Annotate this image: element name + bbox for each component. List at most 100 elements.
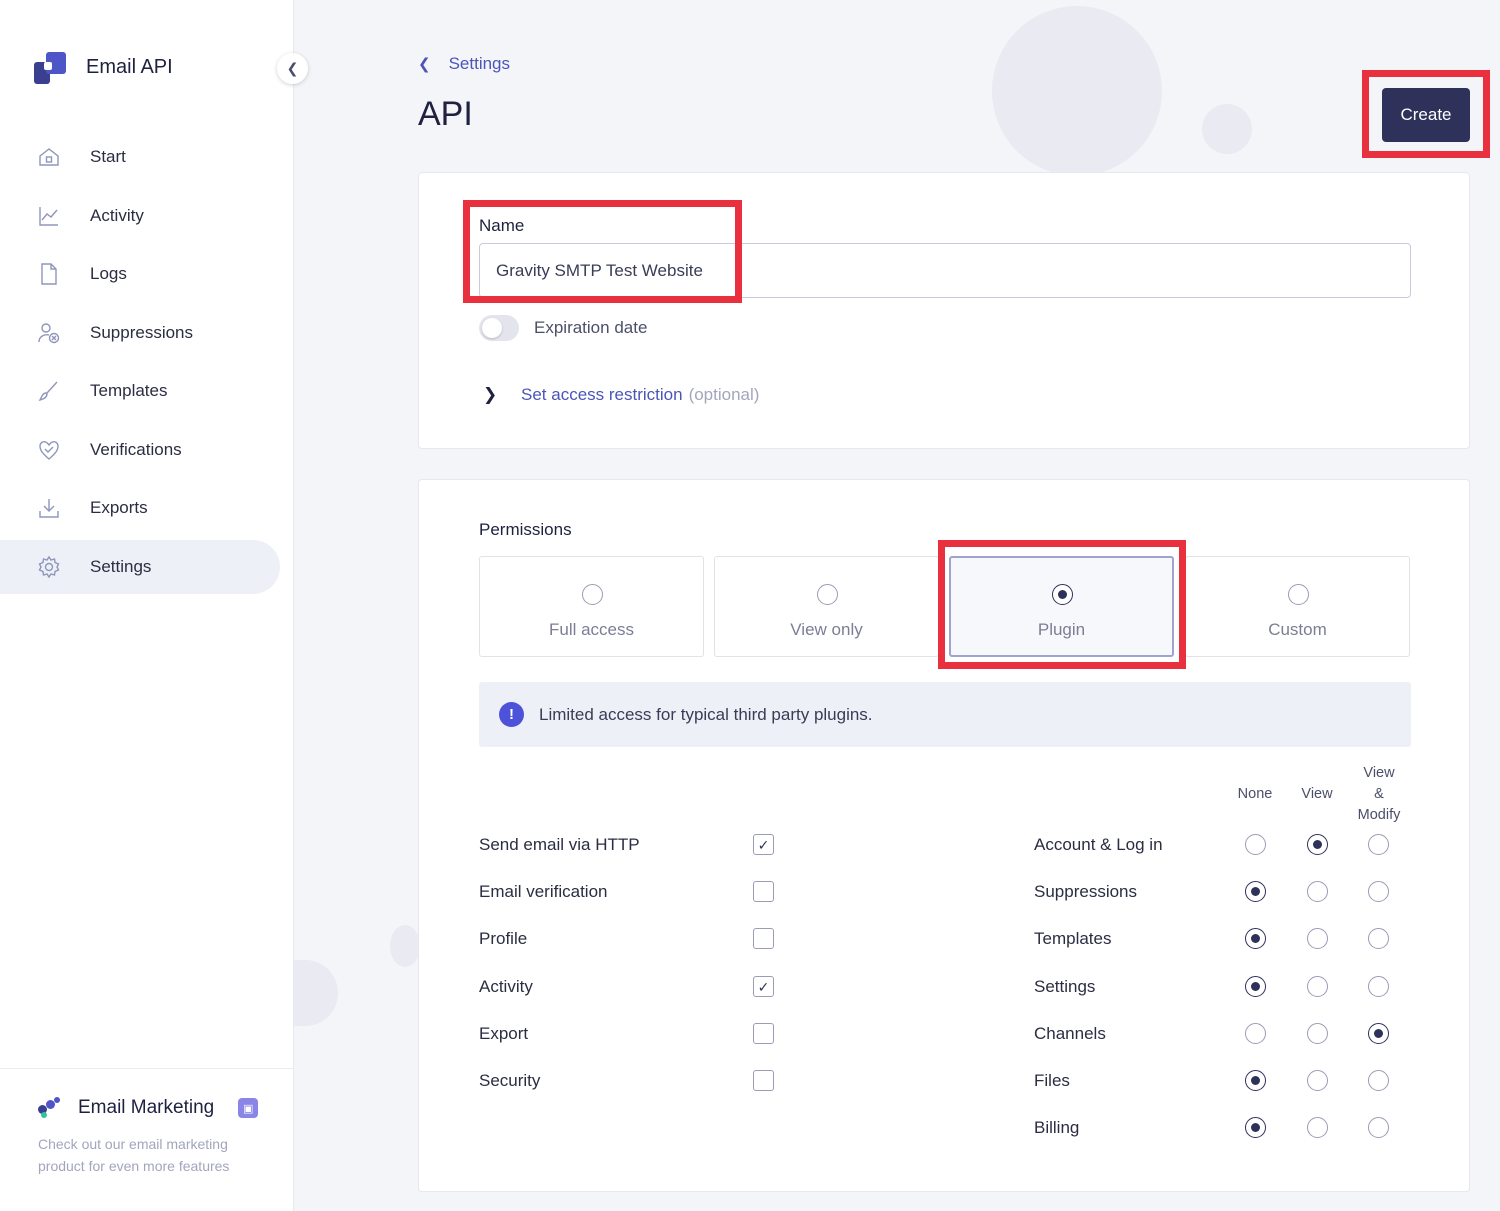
sidebar-item-label: Templates: [90, 381, 168, 400]
radio-button[interactable]: [1052, 584, 1073, 605]
permission-checkbox-export[interactable]: [753, 1023, 774, 1044]
name-input[interactable]: [479, 243, 1411, 298]
permission-info-box: ! Limited access for typical third party…: [479, 682, 1411, 747]
scoped-radio-none[interactable]: [1245, 881, 1266, 902]
brand[interactable]: Email API: [34, 50, 173, 84]
scoped-radio-modify[interactable]: [1368, 976, 1389, 997]
permission-checkbox-activity[interactable]: ✓: [753, 976, 774, 997]
scoped-radio-view[interactable]: [1307, 976, 1328, 997]
chart-icon: [36, 203, 62, 229]
scoped-radio-modify[interactable]: [1368, 1023, 1389, 1044]
scoped-radio-none[interactable]: [1245, 1023, 1266, 1044]
create-button[interactable]: Create: [1382, 88, 1470, 142]
column-header-view: View: [1301, 786, 1333, 802]
permissions-card: Permissions Full access View only Plugin…: [418, 479, 1470, 1192]
scoped-permission-label: Channels: [1034, 1024, 1106, 1043]
scoped-radio-view[interactable]: [1307, 834, 1328, 855]
sidebar-item-label: Exports: [90, 498, 148, 517]
radio-button[interactable]: [1288, 584, 1309, 605]
scoped-permission-label: Templates: [1034, 929, 1112, 948]
decor-circle: [390, 925, 420, 967]
decor-circle: [992, 6, 1162, 176]
promo-text: Check out our email marketing product fo…: [38, 1136, 230, 1174]
email-marketing-logo-icon: [38, 1097, 60, 1119]
scoped-radio-none[interactable]: [1245, 976, 1266, 997]
sidebar-item-label: Logs: [90, 264, 127, 283]
scoped-permission-label: Settings: [1034, 977, 1096, 996]
scoped-radio-view[interactable]: [1307, 881, 1328, 902]
page-title: API: [418, 95, 473, 133]
api-key-details-card: Name Expiration date ❯ Set access restri…: [418, 172, 1470, 449]
scoped-permission-label: Files: [1034, 1071, 1070, 1090]
decor-circle: [1202, 104, 1252, 154]
scoped-radio-none[interactable]: [1245, 928, 1266, 949]
file-icon: [36, 261, 62, 287]
sidebar-nav: Start Activity Logs Suppressions Templat…: [0, 130, 280, 598]
permission-checkbox-profile[interactable]: [753, 928, 774, 949]
column-header-none: None: [1237, 786, 1273, 802]
scoped-radio-view[interactable]: [1307, 1023, 1328, 1044]
email-marketing-promo[interactable]: Email Marketing ▣ Check out our email ma…: [0, 1068, 294, 1211]
access-restriction-expander[interactable]: ❯ Set access restriction (optional): [483, 385, 759, 405]
back-to-settings-link[interactable]: ❮ Settings: [418, 54, 510, 74]
gear-icon: [36, 554, 62, 580]
sidebar-item-label: Suppressions: [90, 322, 194, 342]
user-block-icon: [36, 320, 62, 346]
info-text: Limited access for typical third party p…: [539, 704, 873, 724]
sidebar-item-activity[interactable]: Activity: [0, 189, 280, 243]
permission-checkbox-security[interactable]: [753, 1070, 774, 1091]
scoped-permission-label: Billing: [1034, 1118, 1080, 1137]
scoped-radio-modify[interactable]: [1368, 834, 1389, 855]
expiration-date-label: Expiration date: [534, 318, 648, 337]
sidebar-item-suppressions[interactable]: Suppressions: [0, 306, 280, 360]
radio-button[interactable]: [582, 584, 603, 605]
permission-checkbox-send-email[interactable]: ✓: [753, 834, 774, 855]
decor-circle: [294, 960, 338, 1026]
access-restriction-link[interactable]: Set access restriction: [521, 385, 683, 405]
home-icon: [36, 144, 62, 170]
permission-label: Email verification: [479, 882, 608, 901]
scoped-radio-modify[interactable]: [1368, 1117, 1389, 1138]
permission-label: Send email via HTTP: [479, 835, 640, 854]
name-label: Name: [479, 216, 525, 235]
sidebar-item-verifications[interactable]: Verifications: [0, 423, 280, 477]
permission-label: Activity: [479, 977, 533, 996]
sidebar-item-settings[interactable]: Settings: [0, 539, 280, 594]
permission-option-label: Full access: [548, 620, 635, 639]
expiration-date-toggle[interactable]: [479, 315, 519, 341]
permission-option-label: View only: [790, 620, 863, 639]
sidebar-item-label: Start: [90, 147, 126, 166]
sidebar-item-start[interactable]: Start: [0, 130, 280, 184]
scoped-radio-modify[interactable]: [1368, 1070, 1389, 1091]
scoped-radio-modify[interactable]: [1368, 881, 1389, 902]
permission-option-full-access[interactable]: Full access: [479, 556, 704, 657]
scoped-permission-label: Suppressions: [1034, 882, 1138, 901]
permission-option-view-only[interactable]: View only: [714, 556, 939, 657]
sidebar-item-exports[interactable]: Exports: [0, 481, 280, 535]
optional-label: (optional): [688, 385, 760, 404]
scoped-radio-none[interactable]: [1245, 1070, 1266, 1091]
permission-option-plugin[interactable]: Plugin: [949, 556, 1174, 657]
scoped-radio-view[interactable]: [1307, 928, 1328, 949]
radio-button[interactable]: [817, 584, 838, 605]
scoped-radio-none[interactable]: [1245, 1117, 1266, 1138]
promo-title: Email Marketing: [78, 1097, 215, 1118]
brush-icon: [36, 378, 62, 404]
sidebar-item-templates[interactable]: Templates: [0, 364, 280, 418]
permission-label: Security: [479, 1071, 541, 1090]
download-icon: [36, 495, 62, 521]
scoped-radio-view[interactable]: [1307, 1117, 1328, 1138]
permission-label: Profile: [479, 929, 528, 948]
chevron-right-icon: ❯: [483, 385, 498, 404]
back-link-label: Settings: [448, 54, 511, 73]
collapse-sidebar-button[interactable]: ❮: [277, 53, 308, 84]
scoped-radio-view[interactable]: [1307, 1070, 1328, 1091]
scoped-radio-none[interactable]: [1245, 834, 1266, 855]
permission-label: Export: [479, 1024, 529, 1043]
sidebar-item-logs[interactable]: Logs: [0, 247, 280, 301]
permission-checkbox-email-verification[interactable]: [753, 881, 774, 902]
scoped-radio-modify[interactable]: [1368, 928, 1389, 949]
app-name: Email API: [86, 55, 173, 78]
permission-option-custom[interactable]: Custom: [1185, 556, 1410, 657]
permissions-title: Permissions: [479, 520, 572, 539]
